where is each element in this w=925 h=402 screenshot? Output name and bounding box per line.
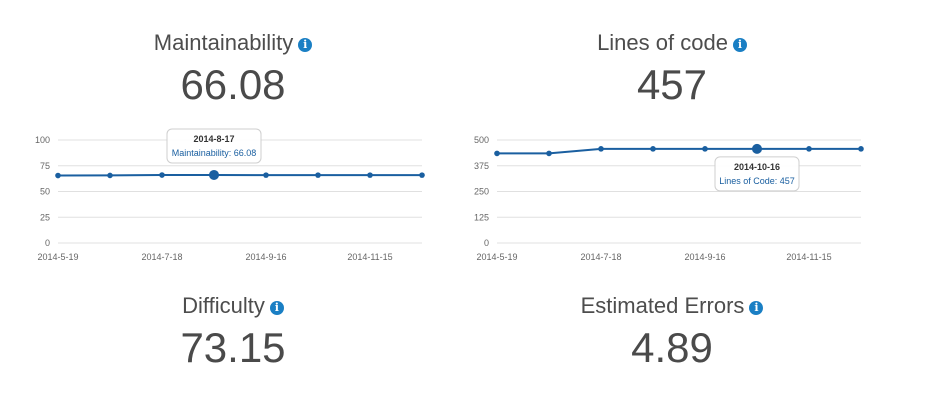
y-tick-label: 500	[474, 135, 489, 145]
data-point	[806, 146, 812, 152]
tooltip: 2014-8-17 Maintainability: 66.08	[166, 128, 262, 164]
x-tick-label: 2014-11-15	[786, 252, 831, 262]
y-tick-label: 250	[474, 187, 489, 197]
highlighted-data-point	[752, 143, 762, 154]
y-tick-label: 375	[474, 161, 489, 171]
y-tick-label: 100	[35, 135, 50, 145]
data-point	[546, 150, 552, 157]
lines-of-code-panel: Lines of code i 457	[452, 30, 892, 108]
estimated-errors-panel: Estimated Errors i 4.89	[452, 293, 892, 371]
tooltip: 2014-10-16 Lines of Code: 457	[714, 156, 800, 192]
y-tick-label: 0	[484, 238, 489, 248]
data-point	[419, 172, 425, 178]
y-tick-label: 0	[45, 238, 50, 248]
data-point	[858, 146, 864, 152]
x-tick-label: 2014-11-15	[347, 252, 392, 262]
data-point	[55, 172, 61, 179]
data-point	[159, 172, 165, 178]
difficulty-title: Difficulty	[182, 293, 265, 318]
y-tick-label: 50	[40, 187, 50, 197]
x-tick-label: 2014-7-18	[141, 252, 182, 262]
data-point	[650, 146, 656, 152]
x-tick-label: 2014-9-16	[684, 252, 725, 262]
data-point	[263, 172, 269, 178]
data-point	[598, 146, 604, 152]
difficulty-value: 73.15	[180, 324, 286, 371]
x-tick-label: 2014-5-19	[37, 252, 78, 262]
data-point	[702, 146, 708, 152]
difficulty-panel: Difficulty i 73.15	[13, 293, 453, 371]
maintainability-value: 66.08	[180, 61, 286, 108]
maintainability-chart[interactable]: 0 25 50 75 100 2014-5-19 2014-7-18 2014-9-16 201…	[0, 120, 440, 270]
info-icon[interactable]: i	[269, 301, 284, 315]
y-tick-label: 125	[474, 212, 489, 222]
estimated-errors-title: Estimated Errors	[580, 293, 745, 318]
info-icon[interactable]: i	[749, 301, 764, 315]
lines-of-code-chart[interactable]: 0 125 250 375 500 2014-5-19 2014-7-18 2014-9-16…	[440, 120, 880, 270]
lines-of-code-title-row: Lines of code i	[452, 30, 892, 56]
data-point	[107, 172, 113, 179]
data-point	[494, 150, 500, 157]
x-tick-label: 2014-9-16	[245, 252, 286, 262]
estimated-errors-value: 4.89	[631, 324, 713, 371]
y-tick-label: 75	[40, 161, 50, 171]
maintainability-title: Maintainability	[153, 30, 294, 55]
tooltip-date: 2014-8-17	[193, 134, 234, 144]
tooltip-text: Lines of Code: 457	[719, 176, 795, 186]
lines-of-code-value: 457	[636, 61, 708, 108]
maintainability-panel: Maintainability i 66.08	[13, 30, 453, 108]
highlighted-data-point	[209, 169, 219, 180]
estimated-errors-title-row: Estimated Errors i	[452, 293, 892, 319]
info-icon[interactable]: i	[298, 38, 313, 52]
y-tick-label: 25	[40, 212, 50, 222]
data-point	[315, 172, 321, 178]
tooltip-text: Maintainability: 66.08	[172, 148, 257, 158]
x-tick-label: 2014-7-18	[580, 252, 621, 262]
data-point	[367, 172, 373, 178]
maintainability-title-row: Maintainability i	[13, 30, 453, 56]
lines-of-code-title: Lines of code	[597, 30, 728, 55]
info-icon[interactable]: i	[732, 38, 747, 52]
x-tick-label: 2014-5-19	[476, 252, 517, 262]
difficulty-title-row: Difficulty i	[13, 293, 453, 319]
tooltip-date: 2014-10-16	[734, 162, 780, 172]
